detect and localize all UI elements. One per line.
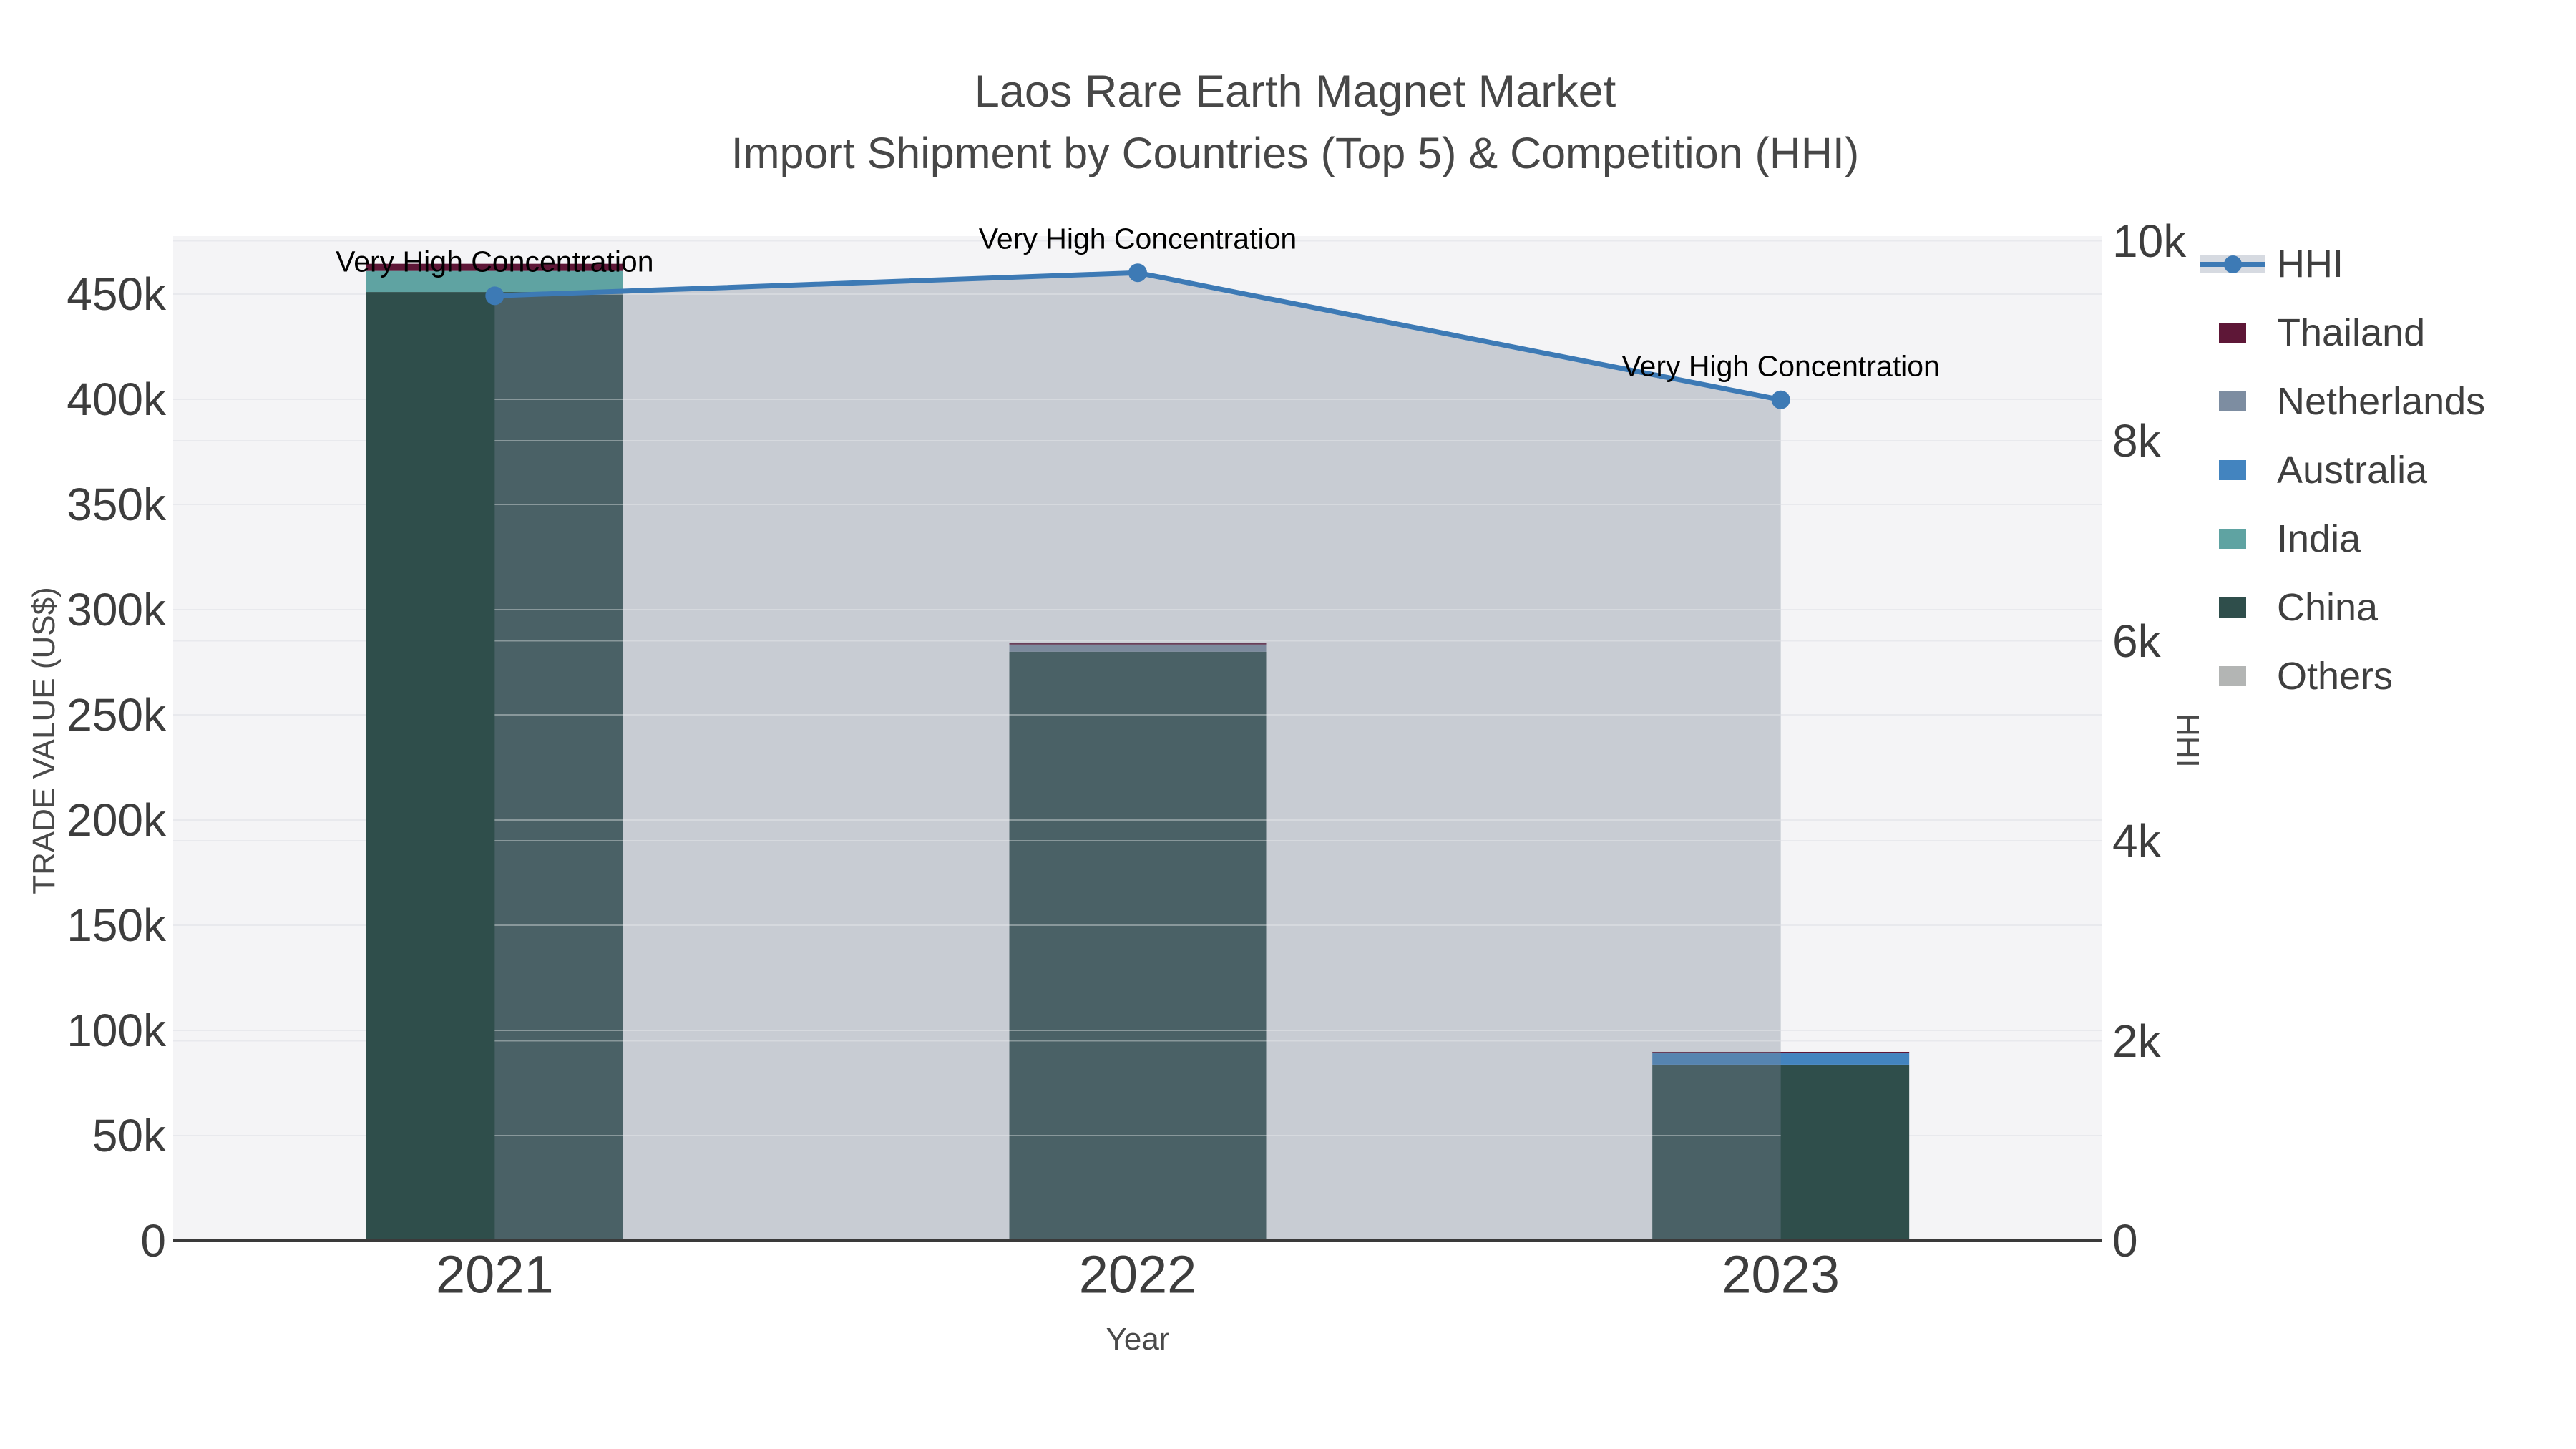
right-axis-tick-label: 8k: [2112, 415, 2161, 467]
left-y-axis-title: TRADE VALUE (US$): [26, 587, 62, 894]
x-axis-title: Year: [1106, 1322, 1170, 1357]
x-axis-tick-label: 2022: [1078, 1244, 1197, 1304]
left-axis-tick-label: 100k: [67, 1005, 166, 1056]
right-axis-tick-label: 2k: [2112, 1015, 2161, 1067]
left-axis-tick-label: 450k: [67, 268, 166, 320]
left-axis-tick-label: 300k: [67, 584, 166, 635]
legend-swatch: [2219, 460, 2246, 480]
legend-label: India: [2277, 517, 2361, 560]
right-axis-tick-label: 6k: [2112, 615, 2161, 667]
legend-swatch: [2219, 323, 2246, 343]
legend-item-australia[interactable]: Australia: [2200, 436, 2485, 504]
chart-canvas: Laos Rare Earth Magnet Market Import Shi…: [0, 0, 2576, 1449]
hhi-area-fill: [494, 273, 1781, 1241]
legend-item-india[interactable]: India: [2200, 504, 2485, 573]
left-axis-tick-label: 200k: [67, 794, 166, 846]
legend-label: Australia: [2277, 449, 2428, 492]
x-axis-line: [173, 1239, 2102, 1242]
left-axis-tick-label: 150k: [67, 899, 166, 951]
left-axis-tick-label: 50k: [92, 1110, 166, 1161]
chart-title: Laos Rare Earth Magnet Market: [974, 67, 1616, 117]
legend-color-swatch: [2200, 504, 2265, 573]
legend-label: Thailand: [2277, 311, 2426, 354]
legend-label: China: [2277, 586, 2379, 629]
legend-color-swatch: [2200, 436, 2265, 504]
x-axis-tick-label: 2023: [1722, 1244, 1840, 1304]
hhi-marker-2021[interactable]: [485, 286, 504, 306]
legend-swatch: [2219, 666, 2246, 686]
right-axis-tick-label: 4k: [2112, 815, 2161, 867]
legend-item-china[interactable]: China: [2200, 573, 2485, 642]
legend-color-swatch: [2200, 642, 2265, 711]
right-axis-tick-label: 10k: [2112, 215, 2187, 267]
legend-swatch: [2219, 597, 2246, 618]
legend: HHI Thailand Netherlands Australia India Chin…: [2200, 230, 2485, 711]
left-axis-tick-label: 350k: [67, 479, 166, 530]
left-axis-tick-label: 250k: [67, 689, 166, 741]
left-axis-tick-label: 400k: [67, 374, 166, 425]
legend-label: HHI: [2277, 243, 2343, 286]
legend-color-swatch: [2200, 298, 2265, 367]
legend-item-hhi[interactable]: HHI: [2200, 230, 2485, 298]
legend-line-sample: [2200, 230, 2265, 298]
right-axis-tick-label: 0: [2112, 1215, 2138, 1267]
legend-item-others[interactable]: Others: [2200, 642, 2485, 711]
legend-color-swatch: [2200, 367, 2265, 436]
annotation-2021: Very High Concentration: [336, 245, 654, 278]
annotation-2022: Very High Concentration: [978, 222, 1297, 255]
annotation-2023: Very High Concentration: [1621, 349, 1940, 383]
legend-swatch: [2219, 391, 2246, 411]
legend-swatch: [2219, 529, 2246, 549]
legend-item-thailand[interactable]: Thailand: [2200, 298, 2485, 367]
legend-color-swatch: [2200, 573, 2265, 642]
legend-item-netherlands[interactable]: Netherlands: [2200, 367, 2485, 436]
x-axis-tick-label: 2021: [436, 1244, 554, 1304]
legend-marker-dot: [2224, 255, 2242, 273]
legend-label: Others: [2277, 655, 2394, 698]
left-axis-tick-label: 0: [140, 1215, 166, 1267]
right-y-axis-title: HHI: [2170, 713, 2205, 768]
chart-subtitle: Import Shipment by Countries (Top 5) & C…: [731, 129, 1860, 177]
hhi-marker-2023[interactable]: [1771, 390, 1790, 409]
hhi-marker-2022[interactable]: [1128, 263, 1147, 283]
legend-label: Netherlands: [2277, 380, 2486, 423]
